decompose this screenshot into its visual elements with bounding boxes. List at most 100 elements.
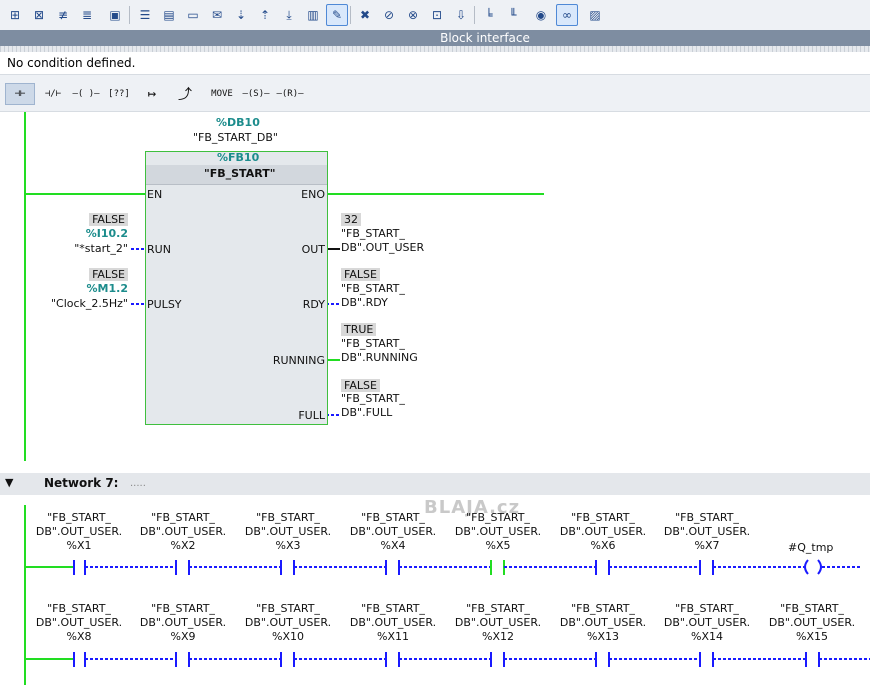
call-hierarchy-icon[interactable]: ⊘ bbox=[378, 4, 400, 26]
full-tag-line2[interactable]: DB".FULL bbox=[341, 406, 392, 419]
operand-x7-line2[interactable]: DB".OUT_USER. bbox=[662, 525, 752, 538]
operand-x14-line3[interactable]: %X14 bbox=[662, 630, 752, 643]
open-block-icon[interactable]: ╘ bbox=[478, 4, 500, 26]
rdy-tag-line1[interactable]: "FB_START_ bbox=[341, 282, 405, 295]
operand-x1-line2[interactable]: DB".OUT_USER. bbox=[34, 525, 124, 538]
operand-x10-line3[interactable]: %X10 bbox=[243, 630, 333, 643]
operand-x15-line3[interactable]: %X15 bbox=[767, 630, 857, 643]
operand-x9-line1[interactable]: "FB_START_ bbox=[138, 602, 228, 615]
move-icon[interactable]: ⊡ bbox=[426, 4, 448, 26]
monitoring-icon[interactable]: ▥ bbox=[302, 4, 324, 26]
monitoring-glasses-icon[interactable]: ∞ bbox=[556, 4, 578, 26]
operand-x4-line3[interactable]: %X4 bbox=[348, 539, 438, 552]
fb-start-box[interactable]: %FB10 "FB_START" EN RUN PULSY ENO OUT RD… bbox=[145, 151, 328, 425]
out-tag-line1[interactable]: "FB_START_ bbox=[341, 227, 405, 240]
condition-field[interactable]: No condition defined. bbox=[0, 52, 870, 75]
set-label: S bbox=[253, 89, 259, 99]
operand-x1-line1[interactable]: "FB_START_ bbox=[34, 511, 124, 524]
operand-x13-line1[interactable]: "FB_START_ bbox=[558, 602, 648, 615]
operand-x8-line3[interactable]: %X8 bbox=[34, 630, 124, 643]
running-tag-line1[interactable]: "FB_START_ bbox=[341, 337, 405, 350]
operand-x2-line2[interactable]: DB".OUT_USER. bbox=[138, 525, 228, 538]
operand-x15-line2[interactable]: DB".OUT_USER. bbox=[767, 616, 857, 629]
operand-x8-line1[interactable]: "FB_START_ bbox=[34, 602, 124, 615]
operand-x11-line2[interactable]: DB".OUT_USER. bbox=[348, 616, 438, 629]
comment-icon[interactable]: ✉ bbox=[206, 4, 228, 26]
pulsy-state-badge: FALSE bbox=[89, 268, 128, 281]
rdy-tag-line2[interactable]: DB".RDY bbox=[341, 296, 388, 309]
operand-x9-line2[interactable]: DB".OUT_USER. bbox=[138, 616, 228, 629]
operand-x3-line1[interactable]: "FB_START_ bbox=[243, 511, 333, 524]
display-favorites-icon[interactable]: ☰ bbox=[134, 4, 156, 26]
operand-x6-line2[interactable]: DB".OUT_USER. bbox=[558, 525, 648, 538]
coil-tag[interactable]: #Q_tmp bbox=[788, 541, 833, 554]
operand-x14-line1[interactable]: "FB_START_ bbox=[662, 602, 752, 615]
nc-contact-icon[interactable]: ⊣/⊢ bbox=[38, 83, 68, 105]
collapse-chevron-icon[interactable]: ▼ bbox=[5, 476, 13, 489]
operand-x6-line1[interactable]: "FB_START_ bbox=[558, 511, 648, 524]
block-interface-bar[interactable]: Block interface bbox=[0, 30, 870, 46]
block-view-icon[interactable]: ◉ bbox=[530, 4, 552, 26]
operand-x1-line3[interactable]: %X1 bbox=[34, 539, 124, 552]
running-tag-line2[interactable]: DB".RUNNING bbox=[341, 351, 418, 364]
operand-x3-line3[interactable]: %X3 bbox=[243, 539, 333, 552]
operand-x7-line3[interactable]: %X7 bbox=[662, 539, 752, 552]
operand-x14-line2[interactable]: DB".OUT_USER. bbox=[662, 616, 752, 629]
empty-box-icon[interactable]: [??] bbox=[106, 83, 132, 105]
modify-icon[interactable]: ⇩ bbox=[450, 4, 472, 26]
breakpoint-icon[interactable]: ✎ bbox=[326, 4, 348, 26]
operand-x15-line1[interactable]: "FB_START_ bbox=[767, 602, 857, 615]
operand-x11-line1[interactable]: "FB_START_ bbox=[348, 602, 438, 615]
network-7-comment[interactable]: ..... bbox=[130, 478, 146, 489]
absolute-operands-icon[interactable]: ▤ bbox=[158, 4, 180, 26]
show-comments-icon[interactable]: ▭ bbox=[182, 4, 204, 26]
operand-x10-line1[interactable]: "FB_START_ bbox=[243, 602, 333, 615]
operand-x3-line2[interactable]: DB".OUT_USER. bbox=[243, 525, 333, 538]
operand-x5-line3[interactable]: %X5 bbox=[453, 539, 543, 552]
no-contact-icon[interactable]: ⊣⊢ bbox=[5, 83, 35, 105]
network-7-header[interactable]: ▼ Network 7: ..... bbox=[0, 473, 870, 495]
operand-x11-line3[interactable]: %X11 bbox=[348, 630, 438, 643]
operand-x9-line3[interactable]: %X9 bbox=[138, 630, 228, 643]
delete-network-icon[interactable]: ⊠ bbox=[28, 4, 50, 26]
run-tag[interactable]: "*start_2" bbox=[74, 242, 128, 255]
operand-x12-line2[interactable]: DB".OUT_USER. bbox=[453, 616, 543, 629]
open-branch-icon[interactable]: ↦ bbox=[139, 83, 165, 105]
pulsy-tag[interactable]: "Clock_2.5Hz" bbox=[51, 297, 128, 310]
move-label: MOVE bbox=[211, 89, 233, 99]
coil-icon[interactable]: –( )– bbox=[71, 83, 101, 105]
reset-coil-button[interactable]: –(R)– bbox=[274, 83, 306, 105]
operand-x5-line1[interactable]: "FB_START_ bbox=[453, 511, 543, 524]
operand-x5-line2[interactable]: DB".OUT_USER. bbox=[453, 525, 543, 538]
upload-icon[interactable]: ⇡ bbox=[254, 4, 276, 26]
operand-x6-line3[interactable]: %X6 bbox=[558, 539, 648, 552]
operand-x13-line3[interactable]: %X13 bbox=[558, 630, 648, 643]
network-titles-icon[interactable]: ⤓ bbox=[278, 4, 300, 26]
assignments-icon[interactable]: ⊗ bbox=[402, 4, 424, 26]
operand-x10-line2[interactable]: DB".OUT_USER. bbox=[243, 616, 333, 629]
reset-label: R bbox=[287, 89, 293, 99]
operand-x12-line1[interactable]: "FB_START_ bbox=[453, 602, 543, 615]
monitor-on-off-icon[interactable]: ╙ bbox=[502, 4, 524, 26]
instance-db-name[interactable]: "FB_START_DB" bbox=[193, 131, 278, 144]
operand-x2-line3[interactable]: %X2 bbox=[138, 539, 228, 552]
operand-x7-line1[interactable]: "FB_START_ bbox=[662, 511, 752, 524]
operand-x12-line3[interactable]: %X12 bbox=[453, 630, 543, 643]
operand-x8-line2[interactable]: DB".OUT_USER. bbox=[34, 616, 124, 629]
compare-icon[interactable]: ▨ bbox=[584, 4, 606, 26]
operand-x4-line2[interactable]: DB".OUT_USER. bbox=[348, 525, 438, 538]
download-icon[interactable]: ⇣ bbox=[230, 4, 252, 26]
full-tag-line1[interactable]: "FB_START_ bbox=[341, 392, 405, 405]
go-to-icon[interactable]: ✖ bbox=[354, 4, 376, 26]
set-coil-button[interactable]: –(S)– bbox=[240, 83, 272, 105]
out-tag-line2[interactable]: DB".OUT_USER bbox=[341, 241, 424, 254]
close-branch-icon[interactable]: ⤴ bbox=[172, 83, 198, 105]
operand-x4-line1[interactable]: "FB_START_ bbox=[348, 511, 438, 524]
close-branch-icon[interactable]: ≣ bbox=[76, 4, 98, 26]
operand-x2-line1[interactable]: "FB_START_ bbox=[138, 511, 228, 524]
move-box-button[interactable]: MOVE bbox=[206, 83, 238, 105]
operand-x13-line2[interactable]: DB".OUT_USER. bbox=[558, 616, 648, 629]
insert-network-icon[interactable]: ⊞ bbox=[4, 4, 26, 26]
insert-branch-icon[interactable]: ≢ bbox=[52, 4, 74, 26]
print-icon[interactable]: ▣ bbox=[104, 4, 126, 26]
